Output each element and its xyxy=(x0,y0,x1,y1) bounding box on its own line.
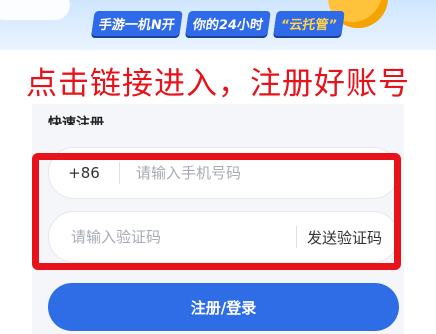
verification-code-input[interactable] xyxy=(69,227,283,247)
code-field: 发送验证码 xyxy=(48,211,399,263)
headline-instruction: 点击链接进入，注册好账号 xyxy=(26,66,410,102)
form-title: 快速注册 xyxy=(48,116,104,125)
slogan-part-3: “云托管” xyxy=(273,10,345,36)
cloud-decoration xyxy=(0,0,70,20)
register-login-button[interactable]: 注册/登录 xyxy=(48,283,399,331)
send-code-button[interactable]: 发送验证码 xyxy=(297,227,398,248)
banner-slogan: 手游一机N开 你的24小时 “云托管” xyxy=(91,10,345,36)
phone-field: +86 xyxy=(48,147,399,199)
slogan-part-2: 你的24小时 xyxy=(185,10,271,36)
country-code-selector[interactable]: +86 xyxy=(49,164,119,182)
promo-banner: 手游一机N开 你的24小时 “云托管” xyxy=(0,0,436,50)
field-divider xyxy=(119,162,120,184)
phone-input[interactable] xyxy=(134,163,378,183)
slogan-part-1: 手游一机N开 xyxy=(91,10,183,36)
